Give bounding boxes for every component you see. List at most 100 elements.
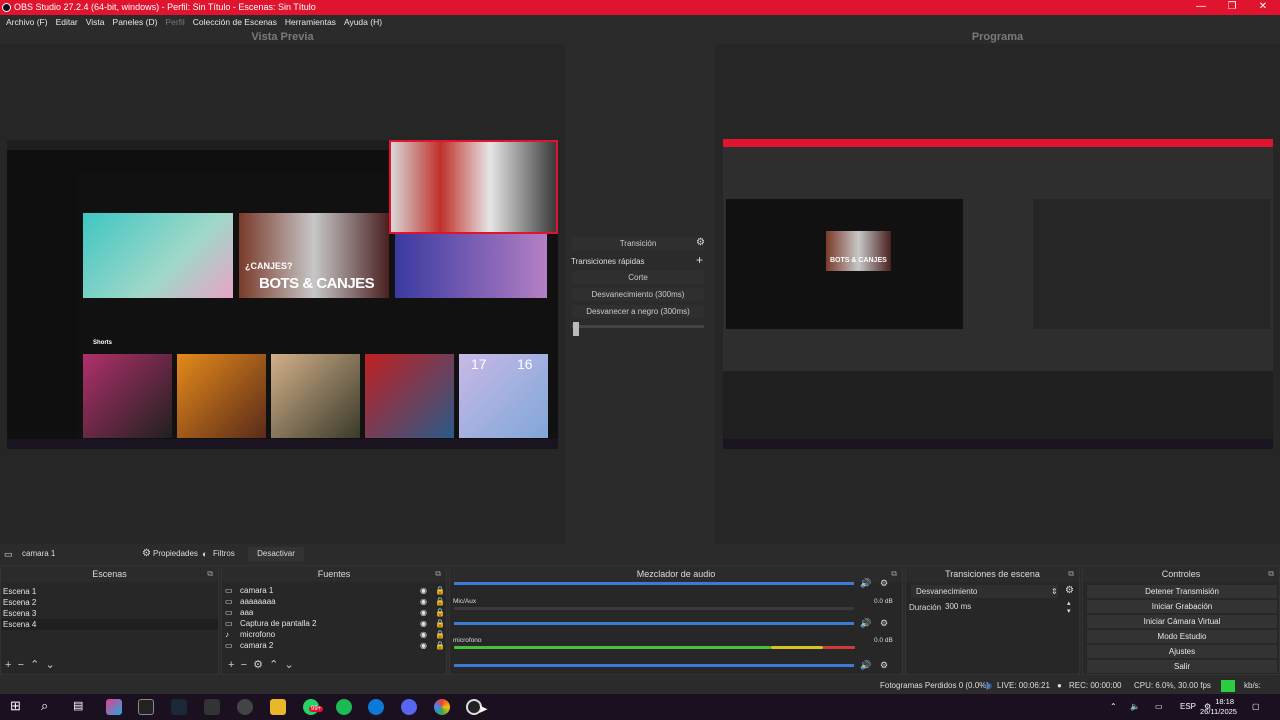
terminal-icon[interactable]: [138, 699, 154, 715]
properties-gear-icon[interactable]: ⚙: [142, 546, 151, 562]
task-view-icon[interactable]: ▤: [73, 699, 83, 712]
menu-ayuda[interactable]: Ayuda (H): [340, 15, 386, 30]
menu-paneles[interactable]: Paneles (D): [109, 15, 162, 30]
lock-icon[interactable]: 🔒: [435, 607, 445, 618]
steam-icon[interactable]: [171, 699, 187, 715]
add-source-icon[interactable]: +: [228, 659, 234, 671]
start-virtual-camera-button[interactable]: Iniciar Cámara Virtual: [1087, 615, 1277, 628]
tray-chevron-up-icon[interactable]: ⌃: [1110, 694, 1117, 720]
add-quick-transition-icon[interactable]: +: [696, 253, 703, 267]
volume-slider-1[interactable]: [454, 582, 854, 585]
transition-gear-icon[interactable]: ⚙: [1065, 585, 1074, 596]
lock-icon[interactable]: 🔒: [435, 585, 445, 596]
visibility-eye-icon[interactable]: ◉: [420, 618, 427, 629]
visibility-eye-icon[interactable]: ◉: [420, 640, 427, 651]
chatgpt-icon[interactable]: [237, 699, 253, 715]
close-button[interactable]: ✕: [1252, 0, 1274, 15]
mixer-gear-icon[interactable]: ⚙: [880, 660, 888, 671]
search-icon[interactable]: ⌕: [41, 698, 48, 714]
scene-item[interactable]: Escena 1: [1, 586, 218, 597]
properties-button[interactable]: Propiedades: [153, 546, 198, 562]
maximize-button[interactable]: ❐: [1221, 0, 1243, 15]
studio-mode-button[interactable]: Modo Estudio: [1087, 630, 1277, 643]
source-settings-gear-icon[interactable]: ⚙: [253, 659, 263, 671]
menu-herramientas[interactable]: Herramientas: [281, 15, 340, 30]
move-down-icon[interactable]: ⌄: [45, 659, 54, 671]
menu-perfil[interactable]: Perfil: [161, 15, 188, 30]
menu-coleccion-escenas[interactable]: Colección de Escenas: [189, 15, 281, 30]
windows-start-icon[interactable]: ⊞: [10, 698, 21, 714]
source-item[interactable]: ▭ aaaaaaaa ◉ 🔒: [222, 596, 446, 607]
edge-icon[interactable]: [368, 699, 384, 715]
source-item[interactable]: ▭ aaa ◉ 🔒: [222, 607, 446, 618]
lock-icon[interactable]: 🔒: [435, 640, 445, 651]
lock-icon[interactable]: 🔒: [435, 618, 445, 629]
file-explorer-icon[interactable]: [270, 699, 286, 715]
stop-streaming-button[interactable]: Detener Transmisión: [1087, 585, 1277, 598]
move-up-icon[interactable]: ⌃: [269, 659, 278, 671]
settings-button[interactable]: Ajustes: [1087, 645, 1277, 658]
speaker-icon[interactable]: 🔊: [860, 618, 871, 629]
t-bar-slider[interactable]: [572, 325, 704, 328]
controls-dock-float-icon[interactable]: ⧉: [1268, 566, 1274, 582]
filters-button[interactable]: Filtros: [213, 546, 235, 562]
remove-source-icon[interactable]: −: [241, 659, 247, 671]
transition-button[interactable]: Transición: [572, 237, 704, 250]
discord-icon[interactable]: [401, 699, 417, 715]
quick-transition-fade[interactable]: Desvanecimiento (300ms): [572, 288, 704, 301]
spotify-icon[interactable]: [336, 699, 352, 715]
network-icon[interactable]: ▭: [1155, 694, 1163, 720]
source-item[interactable]: ♪ microfono ◉ 🔒: [222, 629, 446, 640]
start-recording-button[interactable]: Iniciar Grabación: [1087, 600, 1277, 613]
visibility-eye-icon[interactable]: ◉: [420, 607, 427, 618]
lock-icon[interactable]: 🔒: [435, 596, 445, 607]
language-indicator[interactable]: ESP: [1180, 694, 1196, 720]
volume-slider-3[interactable]: [454, 664, 854, 667]
scene-item[interactable]: Escena 3: [1, 608, 218, 619]
source-item[interactable]: ▭ camara 2 ◉ 🔒: [222, 640, 446, 651]
speaker-icon[interactable]: 🔊: [860, 578, 871, 589]
menu-vista[interactable]: Vista: [82, 15, 109, 30]
chrome-icon[interactable]: [434, 699, 450, 715]
copilot-icon[interactable]: [106, 699, 122, 715]
notification-icon[interactable]: ▢: [1252, 694, 1260, 720]
lock-icon[interactable]: 🔒: [435, 629, 445, 640]
volume-icon[interactable]: 🔈: [1130, 694, 1140, 720]
move-up-icon[interactable]: ⌃: [30, 659, 39, 671]
minimize-button[interactable]: —: [1190, 0, 1212, 15]
deactivate-button[interactable]: Desactivar: [248, 547, 304, 561]
stepper-arrows-icon[interactable]: ▴ ▾: [1067, 599, 1071, 615]
visibility-eye-icon[interactable]: ◉: [420, 596, 427, 607]
scene-item-selected[interactable]: Escena 4: [1, 619, 218, 630]
move-down-icon[interactable]: ⌄: [284, 659, 293, 671]
remove-scene-icon[interactable]: −: [18, 659, 24, 671]
transition-gear-icon[interactable]: ⚙: [696, 237, 705, 248]
t-bar-handle[interactable]: [573, 322, 579, 336]
camera-source-selected[interactable]: [389, 140, 558, 234]
quick-transition-corte[interactable]: Corte: [572, 271, 704, 284]
clock-date[interactable]: 26/11/2025: [1200, 706, 1237, 717]
exit-button[interactable]: Salir: [1087, 660, 1277, 673]
visibility-eye-icon[interactable]: ◉: [420, 629, 427, 640]
source-item[interactable]: ▭ Captura de pantalla 2 ◉ 🔒: [222, 618, 446, 629]
preview-canvas[interactable]: ¿CANJES? BOTS & CANJES Shorts 17 16: [0, 44, 565, 544]
scene-item[interactable]: Escena 2: [1, 597, 218, 608]
source-item[interactable]: ▭ camara 1 ◉ 🔒: [222, 585, 446, 596]
transitions-dock-float-icon[interactable]: ⧉: [1068, 566, 1074, 582]
speaker-icon[interactable]: 🔊: [860, 660, 871, 671]
add-scene-icon[interactable]: +: [5, 659, 11, 671]
quick-transition-fade-black[interactable]: Desvanecer a negro (300ms): [572, 305, 704, 318]
visibility-eye-icon[interactable]: ◉: [420, 585, 427, 596]
epic-icon[interactable]: [204, 699, 220, 715]
scenes-dock-float-icon[interactable]: ⧉: [207, 566, 213, 582]
mixer-gear-icon[interactable]: ⚙: [880, 618, 888, 629]
mixer-dock-float-icon[interactable]: ⧉: [891, 566, 897, 582]
menu-archivo[interactable]: Archivo (F): [2, 15, 52, 30]
menu-editar[interactable]: Editar: [52, 15, 82, 30]
volume-slider-2[interactable]: [454, 622, 854, 625]
transition-select[interactable]: Desvanecimiento ⇕: [911, 585, 1058, 598]
filters-icon[interactable]: ◐: [202, 546, 207, 562]
sources-dock-float-icon[interactable]: ⧉: [435, 566, 441, 582]
mixer-gear-icon[interactable]: ⚙: [880, 578, 888, 589]
duration-input[interactable]: 300 ms: [941, 601, 1061, 613]
